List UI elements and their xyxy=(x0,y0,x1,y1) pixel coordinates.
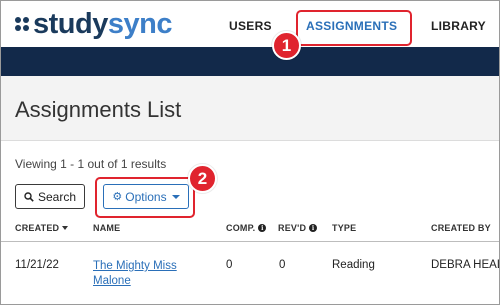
column-header-type[interactable]: TYPE xyxy=(332,223,356,233)
page-title: Assignments List xyxy=(15,97,182,122)
top-header: studysync USERS ASSIGNMENTS LIBRARY xyxy=(1,1,499,47)
column-header-revd[interactable]: REV'D i xyxy=(278,223,318,233)
nav-library[interactable]: LIBRARY xyxy=(431,19,486,33)
table-divider xyxy=(1,241,499,242)
studysync-logo[interactable]: studysync xyxy=(15,9,172,39)
info-icon[interactable]: i xyxy=(258,224,267,232)
options-button-label: Options xyxy=(125,189,167,204)
column-header-comp[interactable]: COMP. i xyxy=(226,223,267,233)
app-frame: studysync USERS ASSIGNMENTS LIBRARY 1 As… xyxy=(0,0,500,305)
search-button-label: Search xyxy=(37,189,77,204)
callout-badge-1: 1 xyxy=(272,31,301,60)
options-button[interactable]: ⚙ Options xyxy=(103,184,189,209)
column-header-created[interactable]: CREATED xyxy=(15,223,69,233)
cell-type: Reading xyxy=(332,259,375,271)
logo-text-study: study xyxy=(33,8,108,40)
nav-users[interactable]: USERS xyxy=(229,19,272,33)
column-header-created-by[interactable]: CREATED BY xyxy=(431,223,491,233)
cell-comp: 0 xyxy=(226,259,233,271)
cell-revd: 0 xyxy=(279,259,286,271)
assignment-name-link[interactable]: The Mighty Miss Malone xyxy=(93,259,203,289)
secondary-nav-bar xyxy=(1,47,499,76)
logo-text-sync: sync xyxy=(107,8,173,40)
callout-badge-2: 2 xyxy=(188,164,217,193)
search-button[interactable]: Search xyxy=(15,184,85,209)
info-icon[interactable]: i xyxy=(309,224,318,232)
logo-dots-icon xyxy=(15,17,29,31)
caret-down-icon xyxy=(171,194,180,199)
sort-caret-icon xyxy=(62,226,69,230)
column-header-name[interactable]: NAME xyxy=(93,223,120,233)
assignments-highlight-box xyxy=(296,10,412,46)
results-count: Viewing 1 - 1 out of 1 results xyxy=(15,157,167,171)
cell-created-by: DEBRA HEAL xyxy=(431,259,500,271)
cell-created: 11/21/22 xyxy=(15,259,59,271)
search-icon xyxy=(24,191,34,202)
gear-icon: ⚙ xyxy=(112,191,123,203)
title-band: Assignments List xyxy=(1,76,499,141)
